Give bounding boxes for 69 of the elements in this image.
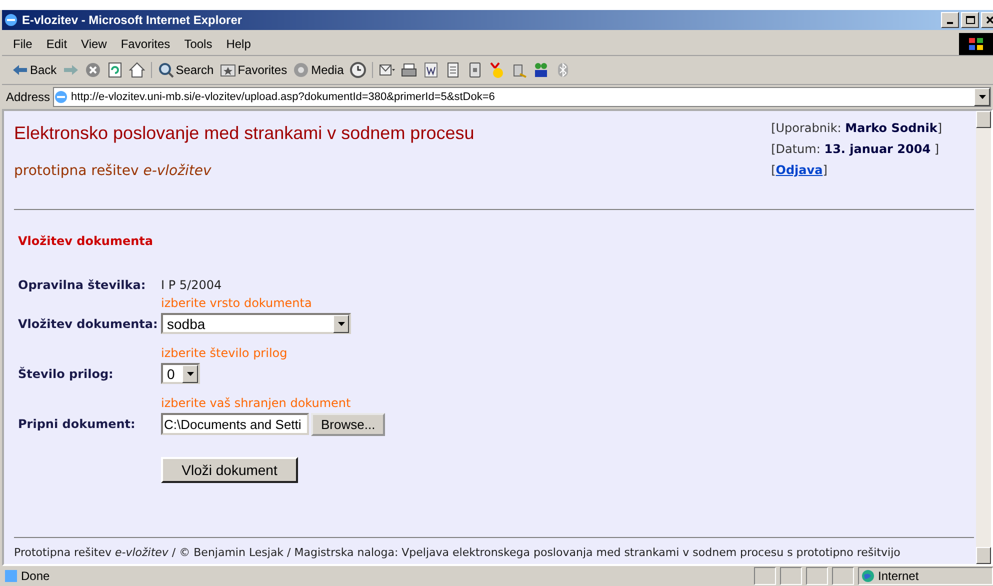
close-icon <box>986 16 993 24</box>
maximize-icon <box>966 16 974 24</box>
home-icon[interactable] <box>128 62 145 78</box>
status-panel <box>754 567 776 585</box>
page-subtitle: prototipna rešitev e-vložitev <box>14 163 212 179</box>
star-folder-button[interactable]: Favorites <box>220 62 288 78</box>
logout-link[interactable]: Odjava <box>776 163 823 177</box>
field-label: Opravilna številka: <box>18 277 147 292</box>
search-icon <box>158 62 174 78</box>
back-arrow-button[interactable]: Back <box>12 62 57 78</box>
menu-item[interactable]: File <box>8 37 38 51</box>
star-folder-icon <box>220 62 236 78</box>
user-info: [Uporabnik: Marko Sodnik] <box>771 120 942 137</box>
printer-icon[interactable] <box>400 62 417 78</box>
bracket: ] <box>822 163 828 177</box>
dropdown-arrow-button[interactable] <box>182 364 198 382</box>
submit-button[interactable]: Vloži dokument <box>161 457 298 483</box>
back-arrow-icon <box>12 62 28 78</box>
footer-text: Prototipna rešitev e-vložitev / © Benjamin Lesjak / Magistrska naloga: Vpeljava elektronskega poslovanja med strankami v sodnem procesu s prototipno rešitvijo <box>14 537 974 564</box>
browse-button[interactable]: Browse... <box>311 413 386 436</box>
address-text: http://e-vlozitev.uni-mb.si/e-vlozitev/upload.asp?dokumentId=380&primerId=5&stDok=6 <box>71 91 495 103</box>
dropdown-arrow-button[interactable] <box>333 314 349 332</box>
dropdown[interactable]: 0 <box>161 363 200 384</box>
menu-item[interactable]: Edit <box>41 37 72 51</box>
section-title: Vložitev dokumenta <box>18 234 154 248</box>
page-title: Elektronsko poslovanje med strankami v sodnem procesu <box>14 123 474 144</box>
search-button[interactable]: Search <box>158 62 214 78</box>
status-panel <box>806 567 828 585</box>
globe-icon <box>862 570 874 582</box>
media-button[interactable]: Media <box>293 62 344 78</box>
status-panel <box>780 567 802 585</box>
dropdown-button[interactable] <box>974 88 990 106</box>
status-text: Done <box>21 569 50 583</box>
caret-icon <box>186 372 194 376</box>
menu-item[interactable]: Help <box>221 37 256 51</box>
mail-icon[interactable] <box>378 62 395 78</box>
field-label: Število prilog: <box>18 366 114 381</box>
hint-text: izberite vaš shranjen dokument <box>161 396 351 410</box>
status-panel <box>832 567 854 585</box>
browser-icon <box>4 13 18 27</box>
minimize-button[interactable] <box>941 12 959 28</box>
clock-icon[interactable] <box>350 62 366 78</box>
dropdown[interactable]: sodba <box>161 313 351 334</box>
stop-icon[interactable] <box>84 62 101 78</box>
field-value: I P 5/2004 <box>161 277 222 292</box>
document-w-icon[interactable] <box>422 62 439 78</box>
windows-logo <box>959 33 993 55</box>
bracket: [ <box>771 163 776 177</box>
media-icon <box>293 62 310 78</box>
menu-item[interactable]: View <box>76 37 112 51</box>
hint-text: izberite število prilog <box>161 346 288 360</box>
hint-text: izberite vrsto dokumenta <box>161 296 312 310</box>
dropdown-value: sodba <box>166 316 206 332</box>
device-icon[interactable] <box>466 62 483 78</box>
caret-icon <box>338 322 344 326</box>
address-label: Address <box>6 90 50 104</box>
maximize-button[interactable] <box>961 12 979 28</box>
menu-item[interactable]: Tools <box>179 37 218 51</box>
zone-label: Internet <box>878 569 919 583</box>
dropdown-value: 0 <box>166 366 176 382</box>
menu-item[interactable]: Favorites <box>116 37 176 51</box>
field-label: Vložitev dokumenta: <box>18 316 159 331</box>
window-title: E-vlozitev - Microsoft Internet Explorer <box>22 13 244 27</box>
date-info: [Datum: 13. januar 2004 ] <box>771 141 940 158</box>
caret-icon <box>978 95 986 99</box>
refresh-icon[interactable] <box>106 62 123 78</box>
file-path-field[interactable]: C:\Documents and Setti <box>161 413 309 435</box>
address-field[interactable]: http://e-vlozitev.uni-mb.si/e-vlozitev/upload.asp?dokumentId=380&primerId=5&stDok=6 <box>53 87 991 107</box>
field-label: Pripni dokument: <box>18 416 136 431</box>
